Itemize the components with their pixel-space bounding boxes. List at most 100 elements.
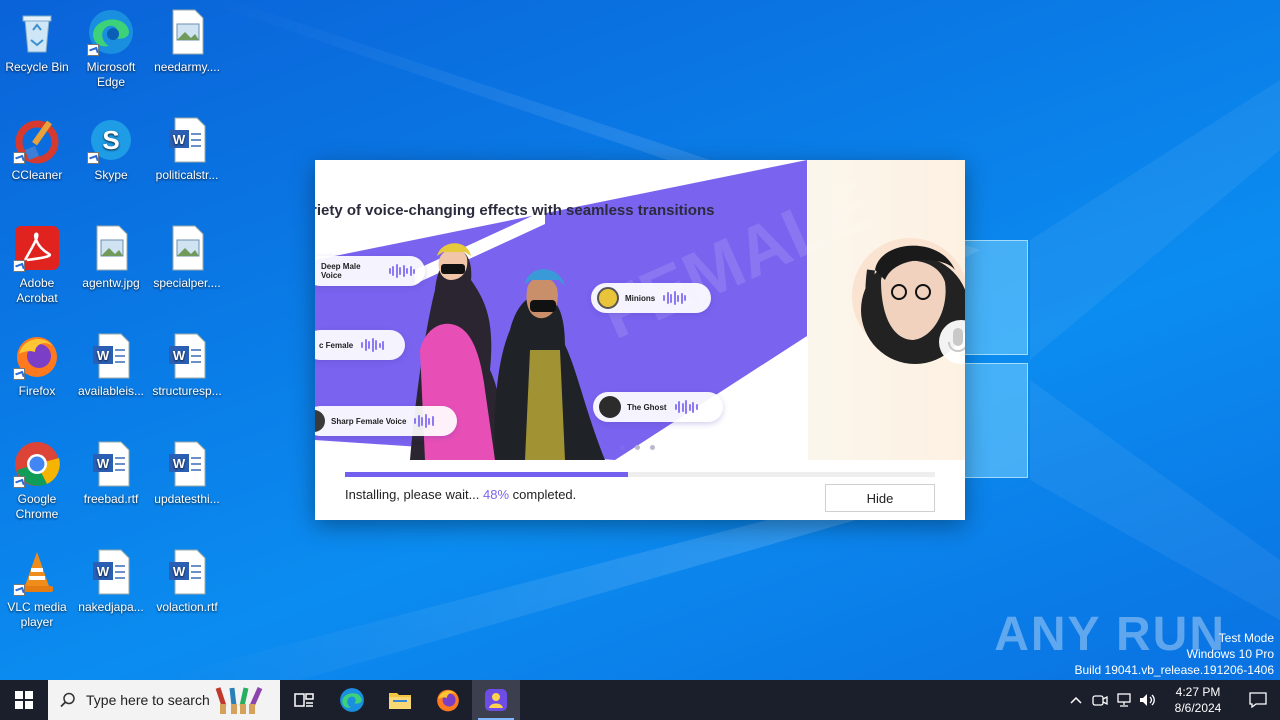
desktop-icon-label: specialper.... [153, 276, 221, 290]
desktop-icon-label: freebad.rtf [83, 492, 139, 506]
word-document-icon: W [87, 440, 135, 488]
desktop-icon-label: Skype [94, 168, 128, 182]
desktop-icon-vlc-media-player[interactable]: VLC media player [0, 548, 74, 630]
chrome-icon [13, 440, 61, 488]
desktop-icon-availableis[interactable]: W availableis... [74, 332, 148, 399]
desktop-icon-label: Firefox [18, 384, 56, 398]
waveform-icon [414, 414, 434, 428]
installer-banner: FEMALE riety of voice-changing effects w… [315, 160, 965, 460]
voice-chip-label: Minions [625, 293, 656, 303]
waveform-icon [361, 338, 385, 352]
desktop-icon-nakedjapa[interactable]: W nakedjapa... [74, 548, 148, 615]
desktop-icon-structuresp[interactable]: W structuresp... [150, 332, 224, 399]
watermark-line: Windows 10 Pro [1186, 647, 1274, 661]
image-file-icon [163, 224, 211, 272]
svg-text:W: W [173, 348, 186, 363]
start-button[interactable] [0, 680, 48, 720]
desktop-icon-freebad[interactable]: W freebad.rtf [74, 440, 148, 507]
desktop-icon-updatesthi[interactable]: W updatesthi... [150, 440, 224, 507]
tray-overflow-chevron-icon[interactable] [1064, 680, 1088, 720]
firefox-icon [13, 332, 61, 380]
svg-text:S: S [102, 125, 119, 155]
word-document-icon: W [87, 332, 135, 380]
desktop-icon-volaction[interactable]: W volaction.rtf [150, 548, 224, 615]
windows-logo-wallpaper [960, 240, 1030, 480]
banner-headline: riety of voice-changing effects with sea… [315, 202, 715, 219]
image-file-icon [87, 224, 135, 272]
desktop-icon-google-chrome[interactable]: Google Chrome [0, 440, 74, 522]
desktop-icon-recycle-bin[interactable]: Recycle Bin [0, 8, 74, 75]
recycle-bin-icon [13, 8, 61, 56]
desktop-icon-label: availableis... [77, 384, 145, 398]
svg-text:W: W [173, 564, 186, 579]
network-icon[interactable] [1112, 680, 1136, 720]
desktop-icon-label: structuresp... [152, 384, 222, 398]
desktop-icon-label: VLC media player [7, 600, 67, 629]
taskbar-clock[interactable]: 4:27 PM 8/6/2024 [1168, 684, 1228, 716]
desktop-icon-label: Google Chrome [15, 492, 59, 521]
taskbar-edge[interactable] [328, 680, 376, 720]
edge-icon [340, 688, 364, 712]
voice-chip-label: Deep Male Voice [321, 262, 361, 280]
image-file-icon [163, 8, 211, 56]
taskbar-file-explorer[interactable] [376, 680, 424, 720]
desktop-icon-skype[interactable]: S Skype [74, 116, 148, 183]
hide-button[interactable]: Hide [825, 484, 935, 512]
minion-avatar [597, 287, 619, 309]
desktop-icon-ccleaner[interactable]: CCleaner [0, 116, 74, 183]
svg-text:W: W [97, 456, 110, 471]
firefox-icon [437, 689, 459, 712]
desktop-icon-label: agentw.jpg [82, 276, 140, 290]
vlc-icon [13, 548, 61, 596]
svg-text:W: W [97, 348, 110, 363]
waveform-icon [663, 291, 687, 305]
voice-chip-label: Sharp Female Voice [331, 416, 407, 426]
desktop-icon-microsoft-edge[interactable]: Microsoft Edge [74, 8, 148, 90]
acrobat-icon [13, 224, 61, 272]
watermark-line: Test Mode [1218, 631, 1274, 645]
svg-text:W: W [173, 456, 186, 471]
word-document-icon: W [163, 332, 211, 380]
waveform-icon [674, 400, 698, 414]
taskbar-voice-changer-installer[interactable] [472, 680, 520, 720]
word-document-icon: W [163, 548, 211, 596]
voice-chip-minions: Minions [591, 283, 711, 313]
desktop-icon-firefox[interactable]: Firefox [0, 332, 74, 399]
desktop-icon-specialper[interactable]: specialper.... [150, 224, 224, 291]
desktop-icon-label: CCleaner [11, 168, 63, 182]
carousel-dot[interactable] [650, 445, 655, 450]
word-document-icon: W [87, 548, 135, 596]
svg-text:W: W [97, 564, 110, 579]
desktop-icon-label: nakedjapa... [78, 600, 144, 614]
watermark-line: Build 19041.vb_release.191206-1406 [1074, 663, 1275, 677]
voice-chip-female: c Female [315, 330, 405, 360]
desktop-icon-adobe-acrobat[interactable]: Adobe Acrobat [0, 224, 74, 306]
taskbar-search-box[interactable]: Type here to search [48, 680, 280, 720]
carousel-dot[interactable] [635, 445, 640, 450]
voice-chip-deep-male: Deep Male Voice [315, 256, 425, 286]
folder-icon [389, 693, 411, 709]
desktop-icon-politicalstr[interactable]: W politicalstr... [150, 116, 224, 183]
voice-changer-app-icon [485, 689, 507, 711]
waveform-icon [388, 264, 415, 278]
word-document-icon: W [163, 440, 211, 488]
task-view-button[interactable] [280, 680, 328, 720]
voice-avatar [315, 410, 325, 432]
desktop-icon-needarmy[interactable]: needarmy.... [150, 8, 224, 75]
status-suffix: completed. [509, 487, 577, 502]
volume-icon[interactable] [1136, 680, 1160, 720]
install-progress-fill [345, 472, 629, 477]
taskbar-firefox[interactable] [424, 680, 472, 720]
action-center-button[interactable] [1236, 680, 1280, 720]
voice-chip-label: c Female [319, 340, 354, 350]
search-placeholder: Type here to search [86, 692, 210, 708]
carousel-dot[interactable] [620, 445, 625, 450]
desktop-icon-label: Microsoft Edge [86, 60, 136, 89]
desktop-icon-label: politicalstr... [155, 168, 219, 182]
desktop-icon-label: Adobe Acrobat [16, 276, 58, 305]
tray-meet-now-icon[interactable] [1088, 680, 1112, 720]
desktop-icon-agentw[interactable]: agentw.jpg [74, 224, 148, 291]
windows-start-icon [15, 691, 33, 709]
status-prefix: Installing, please wait... [345, 487, 484, 502]
anyrun-watermark: ANY RUN Test Mode Windows 10 Pro Build 1… [994, 608, 1275, 678]
